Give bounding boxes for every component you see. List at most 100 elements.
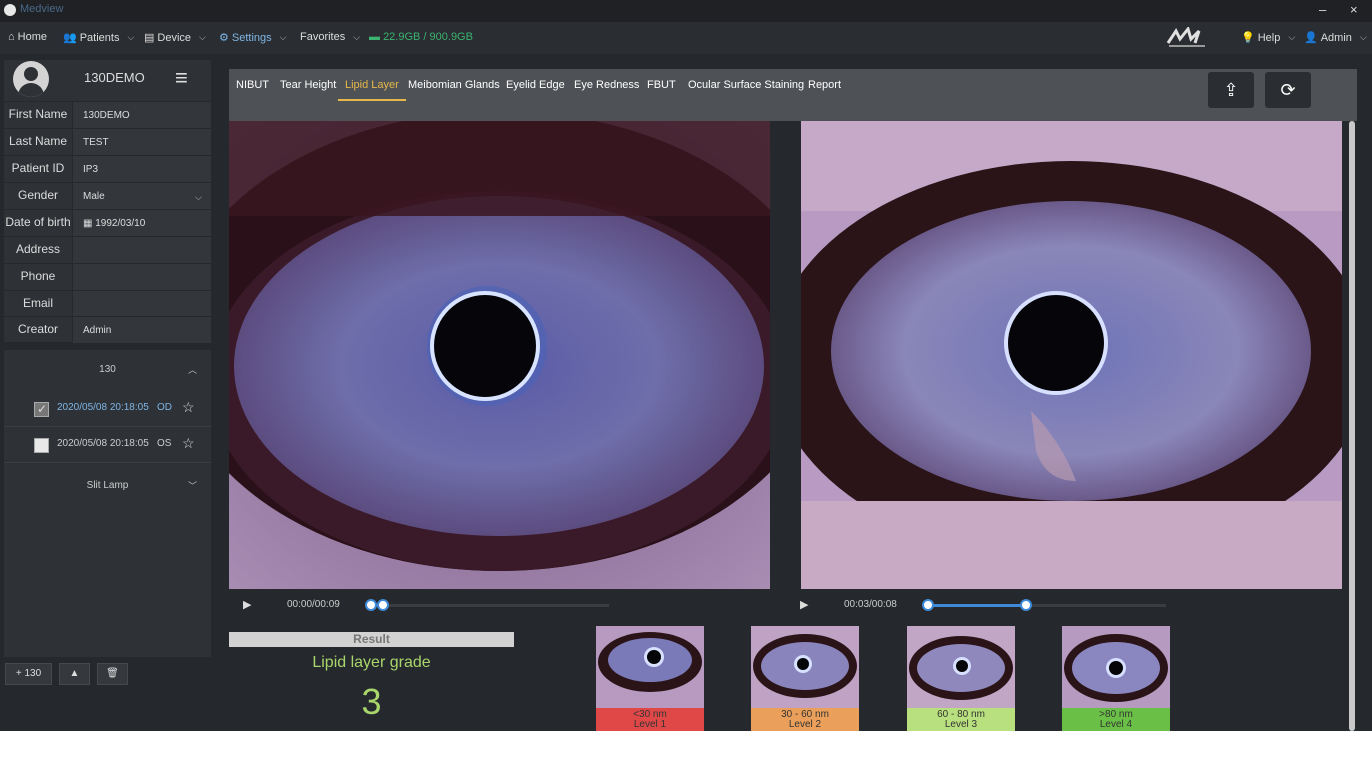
record-eye: OD (157, 402, 172, 413)
menu-settings[interactable]: ⚙ Settings ⌵ (219, 31, 286, 45)
menu-patients-label: Patients (79, 31, 120, 44)
calendar-icon: ▦ (83, 218, 93, 229)
record-date: 2020/05/08 20:18:05 (57, 402, 149, 413)
chevron-down-icon: ⌵ (1288, 32, 1296, 42)
seek-knob-start[interactable] (365, 599, 377, 611)
gender-select[interactable]: Male ⌵ (72, 183, 211, 209)
record-row[interactable]: 2020/05/08 20:18:05 OD ☆ (4, 391, 211, 427)
chevron-down-icon: ⌵ (1359, 32, 1367, 42)
menu-device-label: Device (157, 31, 192, 44)
brand-logo-icon (1166, 27, 1205, 47)
menu-home-label: Home (17, 31, 47, 43)
tab-lipid-layer[interactable]: Lipid Layer (338, 79, 406, 101)
record-checkbox[interactable] (34, 402, 49, 417)
patient-id-input[interactable]: IP3 (72, 156, 211, 182)
record-group-label: Slit Lamp (86, 480, 129, 491)
tab-nibut[interactable]: NIBUT (236, 79, 269, 99)
vertical-scrollbar[interactable] (1349, 121, 1355, 731)
chevron-down-icon: ⌵ (353, 31, 361, 42)
menu-settings-label: Settings (231, 31, 272, 44)
field-gender: Gender Male ⌵ (4, 182, 211, 209)
add-record-button[interactable]: + 130 (5, 663, 52, 685)
upload-button[interactable]: ⇪ (1208, 72, 1254, 108)
record-eye: OS (157, 438, 172, 449)
record-row[interactable]: 2020/05/08 20:18:05 OS ☆ (4, 427, 211, 463)
field-label: Patient ID (11, 161, 65, 175)
tab-tear-height[interactable]: Tear Height (280, 79, 336, 99)
menu-help[interactable]: 💡 Help ⌵ (1241, 31, 1296, 45)
tab-meibomian-glands[interactable]: Meibomian Glands (408, 79, 500, 99)
tab-eye-redness[interactable]: Eye Redness (574, 79, 639, 99)
close-button[interactable]: × (1350, 2, 1358, 17)
record-checkbox[interactable] (34, 438, 49, 453)
field-last-name: Last Name TEST (4, 128, 211, 155)
result-value: 3 (361, 681, 382, 722)
first-name-input[interactable]: 130DEMO (72, 102, 211, 128)
gear-icon: ⚙ (219, 32, 229, 44)
level-reference-1[interactable]: <30 nm Level 1 (596, 626, 704, 731)
refresh-icon: ⟳ (1280, 80, 1296, 100)
patient-card: 130DEMO ≡ First Name 130DEMO Last Name T… (4, 60, 211, 343)
eye-image-right[interactable] (801, 121, 1342, 589)
level-name: Level 3 (944, 719, 978, 730)
level-reference-4[interactable]: >80 nm Level 4 (1062, 626, 1170, 731)
menu-patients[interactable]: 👥 Patients ⌵ (63, 31, 135, 45)
collapse-up-button[interactable]: ▲ (59, 663, 90, 685)
menu-favorites-label: Favorites (300, 31, 346, 43)
app-title: Medview (20, 3, 64, 15)
play-icon[interactable]: ▶ (243, 598, 251, 611)
field-patient-id: Patient ID IP3 (4, 155, 211, 182)
level-reference-3[interactable]: 60 - 80 nm Level 3 (907, 626, 1015, 731)
level-thumbnail (751, 626, 859, 708)
menu-device[interactable]: ▤ Device ⌵ (144, 31, 206, 45)
patient-header-name: 130DEMO (84, 70, 145, 85)
level-name: Level 1 (633, 719, 667, 730)
record-group-header[interactable]: 130 ︿ (4, 359, 211, 381)
seek-fill (928, 604, 1026, 607)
tab-ocular-surface-staining[interactable]: Ocular Surface Staining (688, 79, 804, 99)
seek-knob-start[interactable] (922, 599, 934, 611)
seek-knob-end[interactable] (377, 599, 389, 611)
seek-knob-end[interactable] (1020, 599, 1032, 611)
address-input[interactable] (72, 237, 211, 263)
level-name: Level 4 (1099, 719, 1133, 730)
record-date: 2020/05/08 20:18:05 (57, 438, 149, 449)
eye-image-left[interactable] (229, 121, 770, 589)
menu-home[interactable]: ⌂ Home (8, 31, 47, 43)
chevron-down-icon: ⌵ (127, 32, 135, 42)
seek-track[interactable] (369, 604, 609, 607)
hamburger-menu-icon[interactable]: ≡ (175, 67, 188, 89)
menu-admin[interactable]: 👤 Admin ⌵ (1304, 31, 1367, 45)
dob-input[interactable]: ▦ 1992/03/10 (72, 210, 211, 236)
delete-button[interactable]: 🗑 (97, 663, 128, 685)
menu-favorites[interactable]: Favorites ⌵ (300, 31, 360, 43)
phone-input[interactable] (72, 264, 211, 290)
refresh-button[interactable]: ⟳ (1265, 72, 1311, 108)
app-window: Medview – × ⌂ Home 👥 Patients ⌵ ▤ Device… (0, 0, 1372, 731)
title-bar: Medview – × (0, 0, 1372, 22)
app-logo-icon (4, 4, 16, 16)
minimize-button[interactable]: – (1319, 2, 1326, 17)
dob-value: 1992/03/10 (95, 218, 146, 229)
level-caption: 60 - 80 nm Level 3 (907, 708, 1015, 731)
field-label: Phone (20, 269, 56, 283)
chevron-down-icon: ⌵ (199, 32, 206, 42)
tab-fbut[interactable]: FBUT (647, 79, 676, 99)
menu-help-label: Help (1257, 31, 1281, 44)
star-icon[interactable]: ☆ (182, 399, 195, 416)
field-label: Last Name (8, 134, 68, 148)
main-panel: NIBUT Tear Height Lipid Layer Meibomian … (229, 69, 1357, 731)
record-group-header[interactable]: Slit Lamp ﹀ (4, 475, 211, 497)
field-first-name: First Name 130DEMO (4, 101, 211, 128)
tab-eyelid-edge[interactable]: Eyelid Edge (506, 79, 565, 99)
home-icon: ⌂ (8, 31, 15, 43)
last-name-input[interactable]: TEST (72, 129, 211, 155)
gender-value: Male (83, 191, 105, 202)
play-icon[interactable]: ▶ (800, 598, 808, 611)
tab-report[interactable]: Report (808, 79, 841, 99)
level-reference-2[interactable]: 30 - 60 nm Level 2 (751, 626, 859, 731)
field-label: Date of birth (5, 215, 71, 229)
users-icon: 👥 (63, 32, 77, 44)
email-input[interactable] (72, 291, 211, 317)
star-icon[interactable]: ☆ (182, 435, 195, 452)
